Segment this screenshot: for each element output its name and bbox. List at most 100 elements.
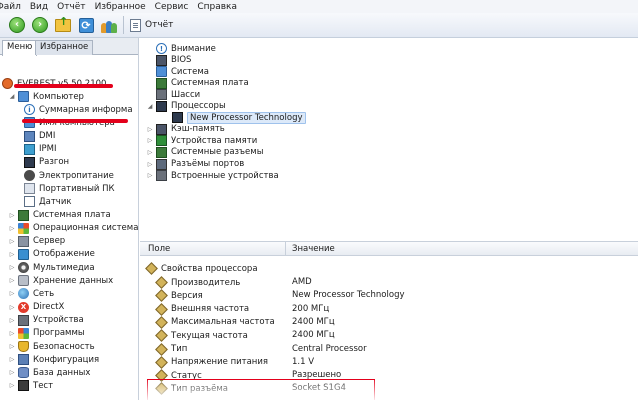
column-value[interactable]: Значение (292, 244, 335, 254)
table-row[interactable]: Максимальная частота (155, 316, 275, 329)
tree-item[interactable]: ▷ Безопасность (8, 340, 95, 353)
expanded-arrow-icon[interactable]: ◢ (8, 93, 16, 100)
back-button[interactable]: ‹ (8, 16, 26, 34)
property-field: Версия (171, 290, 203, 301)
system-icon (156, 66, 167, 78)
tree-item[interactable]: Датчик (22, 195, 71, 208)
table-header: Поле Значение (140, 242, 638, 256)
tree-item[interactable]: ◢ Компьютер (8, 90, 84, 103)
collapsed-arrow-icon[interactable]: ▷ (8, 330, 16, 337)
property-icon (155, 302, 168, 316)
tree-item[interactable]: ▷ Устройства (8, 314, 84, 327)
multimedia-icon (18, 262, 29, 274)
bios-icon (156, 54, 167, 66)
tree-item[interactable]: ▷ Конфигурация (8, 353, 99, 366)
property-icon (155, 289, 168, 303)
collapsed-arrow-icon[interactable]: ▷ (146, 149, 154, 156)
report-button[interactable]: Отчёт (127, 15, 176, 35)
table-row[interactable]: Версия (155, 289, 203, 303)
group-label: Свойства процессора (161, 263, 258, 274)
property-value: 2400 МГц (292, 330, 335, 341)
report-label: Отчёт (145, 20, 174, 30)
menu-file[interactable]: Файл (0, 2, 21, 12)
tree-item[interactable]: Электропитание (22, 169, 114, 182)
collapsed-arrow-icon[interactable]: ▷ (8, 251, 16, 258)
server-icon (18, 235, 29, 247)
tree-item-label: DMI (39, 131, 56, 142)
tree-item[interactable]: ▷ Системная плата (8, 209, 111, 222)
menu-view[interactable]: Вид (30, 2, 48, 12)
device-tree-item[interactable]: ▷ Встроенные устройства (146, 169, 279, 182)
collapsed-arrow-icon[interactable]: ▷ (8, 277, 16, 284)
property-icon (155, 276, 168, 289)
back-arrow-icon: ‹ (9, 17, 25, 33)
collapsed-arrow-icon[interactable]: ▷ (146, 172, 154, 179)
processors-icon (156, 100, 167, 112)
tab-favorites[interactable]: Избранное (35, 40, 94, 55)
collapsed-arrow-icon[interactable]: ▷ (146, 161, 154, 168)
menu-help[interactable]: Справка (197, 2, 237, 12)
table-row[interactable]: Внешняя частота (155, 302, 249, 316)
collapsed-arrow-icon[interactable]: ▷ (8, 238, 16, 245)
tree-item[interactable]: ▷ Операционная система (8, 222, 138, 235)
tree-item[interactable]: ▷ Сервер (8, 235, 65, 248)
collapsed-arrow-icon[interactable]: ▷ (8, 264, 16, 271)
collapsed-arrow-icon[interactable]: ▷ (146, 137, 154, 144)
tree-item[interactable]: Портативный ПК (22, 182, 115, 195)
tree-item[interactable]: Разгон (22, 156, 69, 169)
tree-item[interactable]: ▷ Сеть (8, 287, 54, 300)
tree-item-label: Сеть (33, 288, 55, 299)
windows-icon (18, 222, 29, 234)
menu-favorites[interactable]: Избранное (95, 2, 146, 12)
table-row[interactable]: Текущая частота (155, 329, 248, 343)
collapsed-arrow-icon[interactable]: ▷ (8, 290, 16, 297)
users-button[interactable] (100, 16, 118, 34)
tree-item[interactable]: ▷ База данных (8, 366, 90, 379)
menu-report[interactable]: Отчёт (57, 2, 85, 12)
tree-item[interactable]: ▷ Хранение данных (8, 274, 113, 287)
device-tree-label: Разъёмы портов (171, 159, 245, 169)
refresh-icon: ⟳ (78, 17, 94, 33)
devices-icon (18, 314, 29, 326)
tree-item[interactable]: ▷ Программы (8, 327, 85, 340)
security-icon (18, 341, 29, 352)
up-button[interactable] (54, 15, 72, 34)
table-row[interactable]: Тип (155, 342, 187, 356)
tree-item-label: IPMI (39, 144, 57, 155)
left-panel: Меню Избранное EVEREST v5.50.2100◢Компью… (0, 38, 139, 400)
expanded-arrow-icon[interactable]: ◢ (146, 103, 154, 110)
collapsed-arrow-icon[interactable]: ▷ (8, 317, 16, 324)
tree-item[interactable]: i Суммарная информа (22, 103, 133, 116)
collapsed-arrow-icon[interactable]: ▷ (8, 382, 16, 389)
tree-item[interactable]: IPMI (22, 143, 56, 156)
info-icon: i (24, 104, 35, 116)
tab-menu[interactable]: Меню (2, 40, 38, 56)
table-row[interactable]: Напряжение питания (155, 355, 269, 369)
tree-item-label: DirectX (33, 302, 65, 313)
tree-item[interactable]: ▷ Отображение (8, 248, 95, 261)
collapsed-arrow-icon[interactable]: ▷ (146, 126, 154, 133)
refresh-button[interactable]: ⟳ (77, 16, 95, 34)
table-row[interactable]: Производитель (155, 276, 240, 289)
tree-item[interactable]: ▷ Мультимедиа (8, 261, 95, 274)
collapsed-arrow-icon[interactable]: ▷ (8, 304, 16, 311)
device-tree-label: Система (171, 66, 209, 77)
config-icon (18, 354, 29, 366)
tree-item[interactable]: ▷ X DirectX (8, 301, 64, 314)
collapsed-arrow-icon[interactable]: ▷ (8, 369, 16, 376)
tree-item[interactable]: DMI (22, 130, 55, 143)
forward-button[interactable]: › (31, 16, 49, 34)
property-field: Напряжение питания (171, 357, 269, 368)
tree-item[interactable]: ▷ Тест (8, 379, 53, 392)
database-icon (18, 367, 29, 379)
column-field[interactable]: Поле (148, 244, 170, 254)
collapsed-arrow-icon[interactable]: ▷ (8, 212, 16, 219)
property-value: Central Processor (292, 343, 367, 354)
property-value: 1.1 V (292, 356, 315, 367)
collapsed-arrow-icon[interactable]: ▷ (8, 343, 16, 350)
menu-service[interactable]: Сервис (155, 2, 189, 12)
collapsed-arrow-icon[interactable]: ▷ (8, 225, 16, 232)
group-row[interactable]: Свойства процессора (145, 262, 258, 275)
collapsed-arrow-icon[interactable]: ▷ (8, 356, 16, 363)
tree-item-label: Операционная система (33, 223, 139, 234)
